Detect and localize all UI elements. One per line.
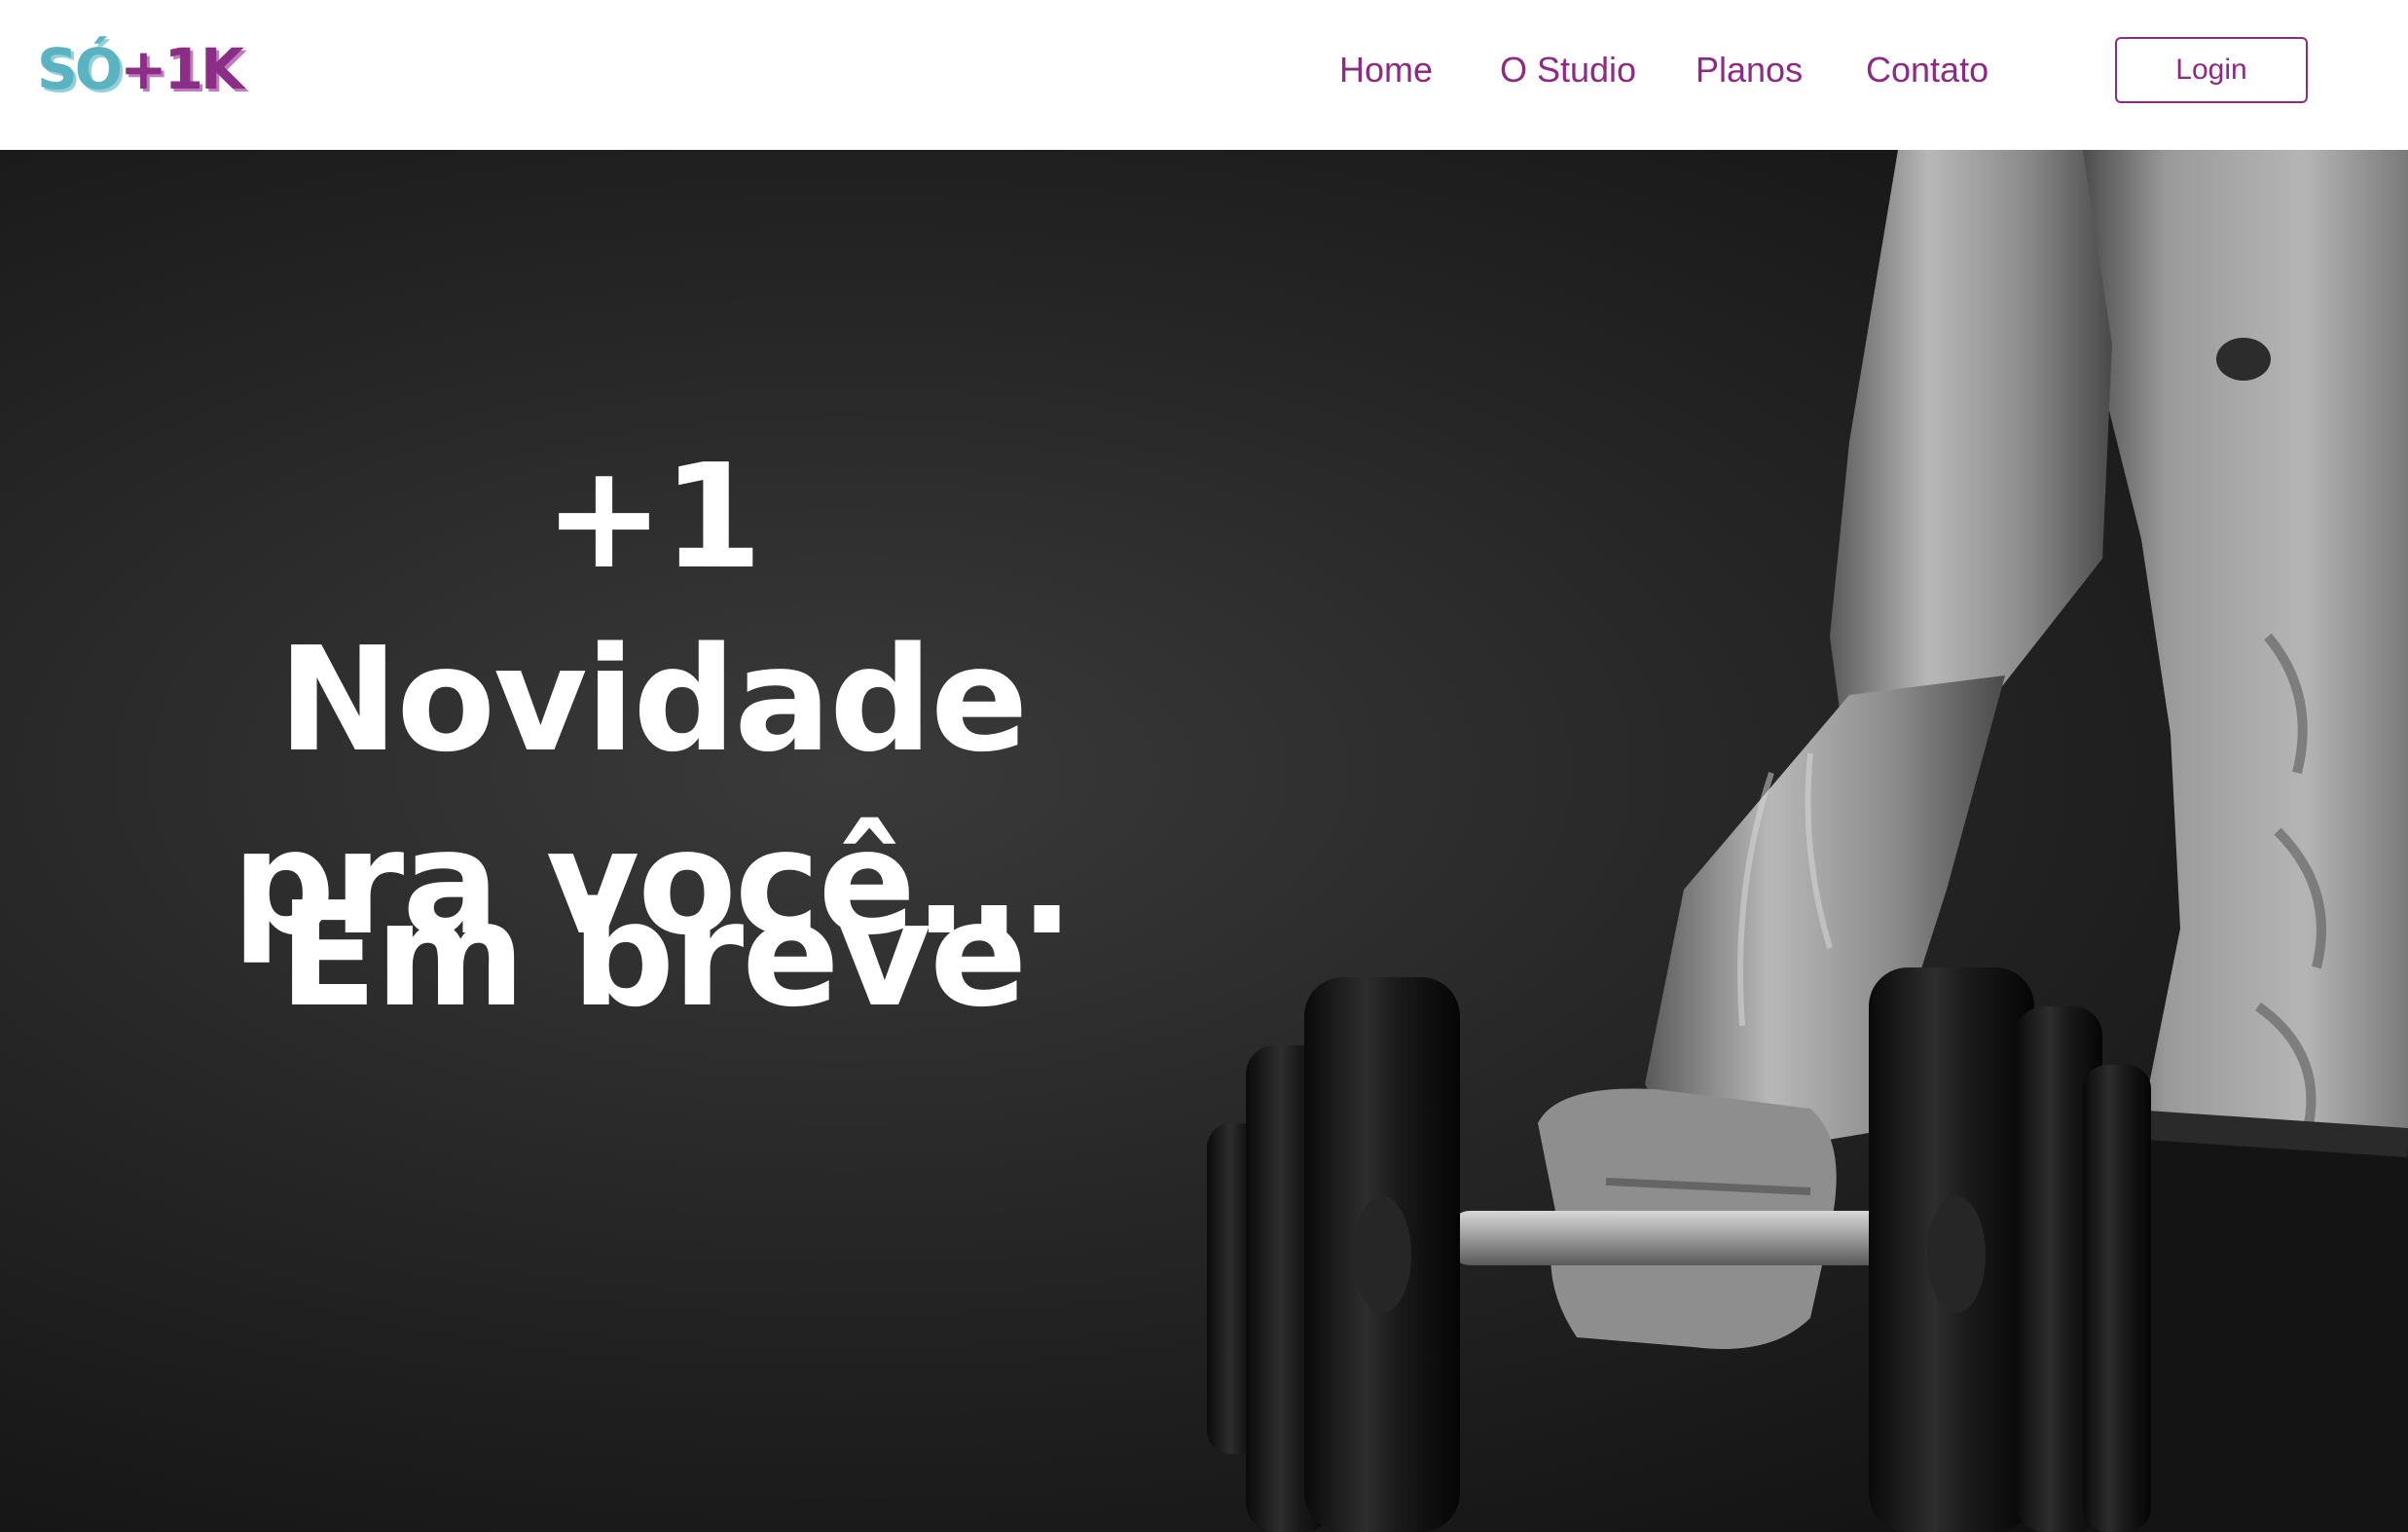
hero-section: +1 Novidade pra você... Em breve (0, 150, 2408, 1532)
login-button[interactable]: Login (2115, 37, 2308, 103)
hero-headline-line1: +1 Novidade (277, 433, 1029, 784)
hero-subline: Em breve (278, 871, 1028, 1039)
nav-item-home[interactable]: Home (1339, 43, 1433, 97)
nav-item-o-studio[interactable]: O Studio (1500, 43, 1636, 97)
site-header: SÓ +1K Home O Studio Planos Contato Login (0, 0, 2408, 150)
nav-item-contato[interactable]: Contato (1866, 43, 1988, 97)
nav-item-planos[interactable]: Planos (1696, 43, 1803, 97)
main-nav: Home O Studio Planos Contato (0, 43, 2408, 97)
